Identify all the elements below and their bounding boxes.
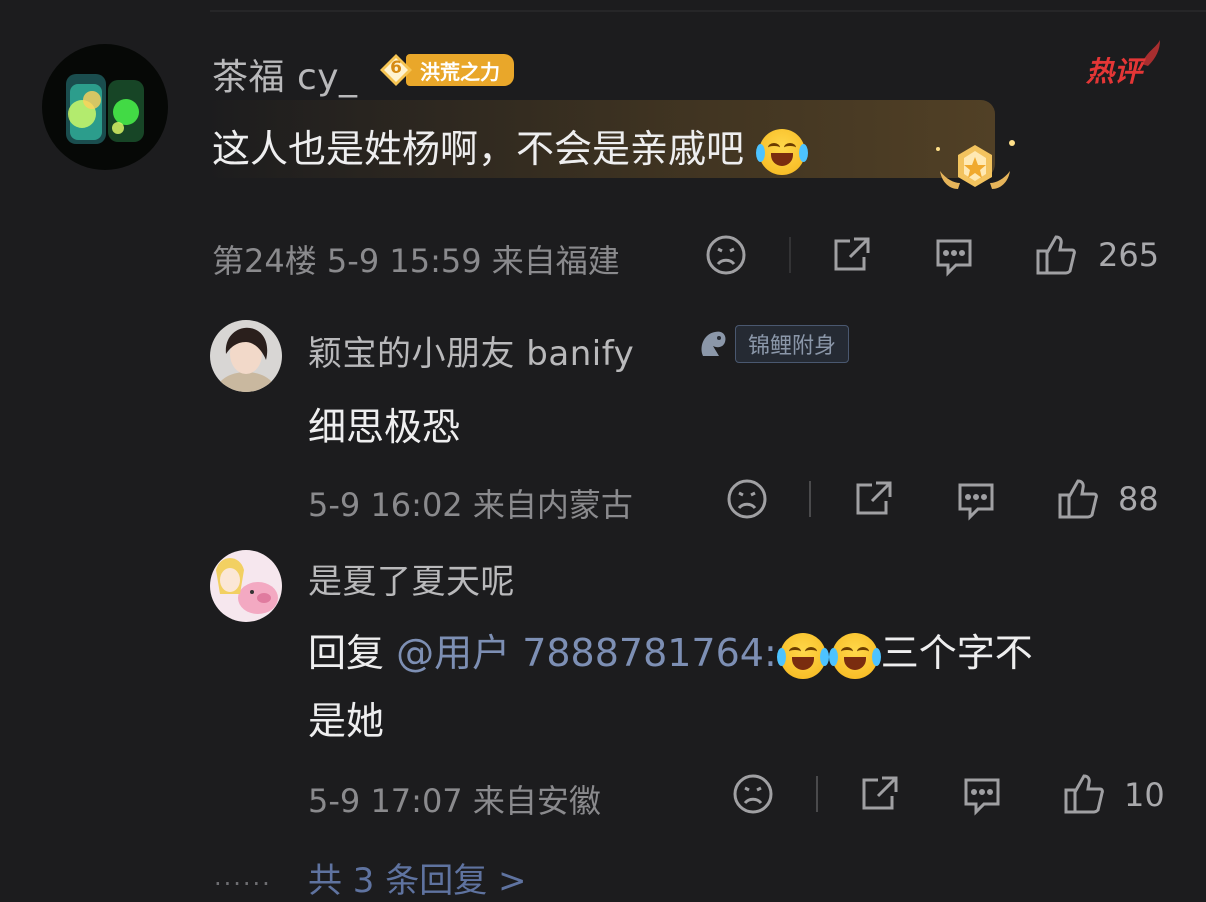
koi-fish-icon (695, 326, 731, 362)
thread-dots: ······ (214, 870, 272, 898)
comment-icon[interactable] (932, 233, 976, 277)
laugh-cry-emoji (776, 632, 829, 679)
dislike-icon[interactable] (704, 233, 748, 277)
comment-body: 这人也是姓杨啊，不会是亲戚吧 (212, 127, 745, 171)
dislike-icon[interactable] (731, 772, 775, 816)
comment-icon[interactable] (960, 772, 1004, 816)
username-text: 颖宝的小朋友 banify (308, 334, 635, 374)
medal-icon (930, 135, 1020, 200)
like-icon[interactable] (1062, 772, 1106, 816)
avatar[interactable] (210, 320, 282, 392)
username-text: 是夏了夏天呢 (308, 562, 515, 602)
reply-location: 来自内蒙古 (472, 486, 633, 524)
mention-link[interactable]: @用户 7888781764: (396, 631, 777, 675)
share-icon[interactable] (858, 772, 902, 816)
avatar[interactable] (42, 44, 168, 170)
floor-number: 第24楼 (212, 242, 317, 280)
like-count: 88 (1118, 480, 1159, 518)
reply-text-tail: 三个字不 (880, 631, 1033, 675)
like-icon[interactable] (1034, 233, 1078, 277)
comment-date: 5-9 15:59 (326, 242, 482, 280)
reply-text: 回复 @用户 7888781764: 三个字不 (308, 622, 1033, 679)
level-number: 6 (390, 58, 402, 78)
action-divider (809, 481, 811, 517)
laugh-cry-emoji (756, 128, 809, 175)
level-gem-icon: 6 (378, 52, 414, 88)
username[interactable]: 是夏了夏天呢 (308, 554, 515, 603)
comment-icon[interactable] (954, 477, 998, 521)
action-divider (789, 237, 791, 273)
reply-location: 来自安徽 (472, 782, 601, 820)
koi-badge[interactable]: 锦鲤附身 (695, 324, 850, 364)
username-text: 茶福 cy_ (212, 57, 358, 98)
share-icon[interactable] (852, 477, 896, 521)
more-replies-link[interactable]: 共 3 条回复 > (308, 853, 527, 902)
reply-prefix: 回复 (308, 631, 385, 675)
reply-date: 5-9 17:07 (308, 782, 463, 820)
comment-location: 来自福建 (491, 242, 620, 280)
username[interactable]: 茶福 cy_ (212, 48, 358, 100)
like-count: 265 (1098, 236, 1160, 274)
comment-text: 这人也是姓杨啊，不会是亲戚吧 (212, 118, 809, 175)
share-icon[interactable] (830, 233, 874, 277)
reply-text: 细思极恐 (308, 405, 461, 449)
reply-date: 5-9 16:02 (308, 486, 463, 524)
laugh-cry-emoji (828, 632, 881, 679)
hot-comment-tag: 热评 (1086, 40, 1166, 90)
badge-label: 洪荒之力 (406, 54, 514, 86)
top-divider (210, 10, 1206, 12)
dislike-icon[interactable] (725, 477, 769, 521)
badge-label: 锦鲤附身 (735, 325, 850, 363)
like-icon[interactable] (1056, 477, 1100, 521)
hot-label: 热评 (1086, 55, 1143, 88)
action-divider (816, 776, 818, 812)
level-badge[interactable]: 6 洪荒之力 (378, 52, 514, 88)
like-count: 10 (1124, 776, 1165, 814)
comment-meta: 第24楼 5-9 15:59 来自福建 (212, 236, 620, 282)
reply-meta: 5-9 17:07 来自安徽 (308, 776, 601, 822)
reply-meta: 5-9 16:02 来自内蒙古 (308, 480, 633, 526)
avatar[interactable] (210, 550, 282, 622)
username[interactable]: 颖宝的小朋友 banify (308, 326, 634, 375)
reply-text-line2: 是她 (308, 699, 385, 743)
